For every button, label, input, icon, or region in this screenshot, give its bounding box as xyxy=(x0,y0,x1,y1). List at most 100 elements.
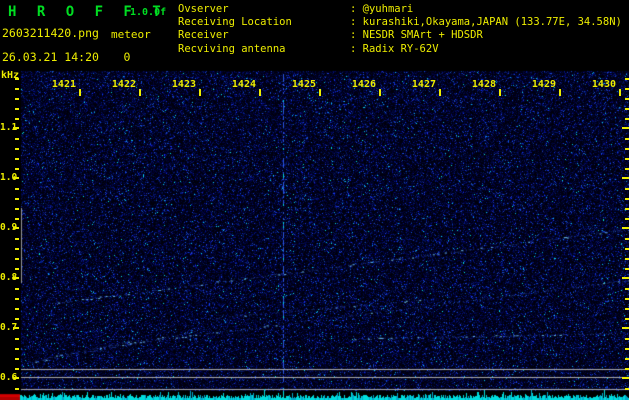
timestamp: 26.03.21 14:20 xyxy=(2,50,99,64)
time-tick-label: 1424 xyxy=(231,79,256,90)
freq-minor-tick xyxy=(15,98,19,100)
freq-minor-tick xyxy=(15,148,19,150)
freq-minor-tick-right xyxy=(625,88,629,90)
time-tick-label: 1421 xyxy=(51,79,76,90)
station-info-colon: : xyxy=(350,3,363,15)
time-tick-label: 1422 xyxy=(111,79,136,90)
freq-minor-tick-right xyxy=(625,208,629,210)
station-info-value: kurashiki,Okayama,JAPAN (133.77E, 34.58N… xyxy=(362,16,622,29)
station-info-row: Receiver: NESDR SMArt + HDSDR xyxy=(178,29,622,42)
station-info-label: Recviving antenna xyxy=(178,42,286,55)
freq-major-tick xyxy=(13,227,19,229)
station-info-row: Recviving antenna: Radix RY-62V xyxy=(178,43,622,56)
freq-minor-tick xyxy=(15,318,19,320)
time-tick xyxy=(139,89,141,96)
time-tick-label: 1429 xyxy=(531,79,556,90)
freq-minor-tick xyxy=(15,198,19,200)
freq-minor-tick xyxy=(15,368,19,370)
freq-minor-tick xyxy=(15,78,19,80)
meteor-mode-label: meteor xyxy=(111,28,151,41)
time-tick xyxy=(439,89,441,96)
freq-minor-tick xyxy=(15,338,19,340)
time-tick xyxy=(79,89,81,96)
freq-minor-tick-right xyxy=(625,168,629,170)
freq-major-tick-right xyxy=(622,227,629,229)
freq-minor-tick-right xyxy=(625,238,629,240)
freq-minor-tick-right xyxy=(625,198,629,200)
time-tick-label: 1428 xyxy=(471,79,496,90)
freq-minor-tick-right xyxy=(625,348,629,350)
freq-minor-tick xyxy=(15,358,19,360)
freq-minor-tick xyxy=(15,118,19,120)
freq-major-tick xyxy=(13,177,19,179)
meteor-count: 0 xyxy=(123,50,131,64)
time-tick-label: 1426 xyxy=(351,79,376,90)
freq-minor-tick xyxy=(15,158,19,160)
freq-minor-tick xyxy=(15,168,19,170)
hrofft-window: H R O F F T 1.0.0f 2603211420.png meteor… xyxy=(0,0,629,400)
freq-minor-tick-right xyxy=(625,338,629,340)
freq-minor-tick-right xyxy=(625,308,629,310)
time-tick xyxy=(499,89,501,96)
freq-minor-tick-right xyxy=(625,108,629,110)
freq-minor-tick-right xyxy=(625,368,629,370)
freq-minor-tick-right xyxy=(625,288,629,290)
freq-minor-tick xyxy=(15,308,19,310)
freq-major-tick-right xyxy=(622,327,629,329)
freq-major-tick xyxy=(13,327,19,329)
station-info-value: NESDR SMArt + HDSDR xyxy=(362,29,483,42)
station-info-value: @yuhmari xyxy=(362,3,414,15)
freq-minor-tick xyxy=(15,248,19,250)
freq-minor-tick xyxy=(15,388,19,390)
station-info-label: Ovserver xyxy=(178,3,229,15)
station-info-colon: : xyxy=(350,29,363,42)
time-tick xyxy=(619,89,621,96)
time-tick-label: 1425 xyxy=(291,79,316,90)
freq-minor-tick xyxy=(15,88,19,90)
freq-minor-tick-right xyxy=(625,298,629,300)
station-info-colon: : xyxy=(350,16,363,29)
freq-minor-tick xyxy=(15,238,19,240)
time-tick xyxy=(559,89,561,96)
time-tick-label: 1430 xyxy=(591,79,616,90)
freq-major-tick-right xyxy=(622,177,629,179)
freq-minor-tick xyxy=(15,188,19,190)
freq-major-tick xyxy=(13,277,19,279)
time-tick xyxy=(319,89,321,96)
freq-major-tick-right xyxy=(622,127,629,129)
freq-minor-tick-right xyxy=(625,358,629,360)
time-tick xyxy=(199,89,201,96)
freq-minor-tick-right xyxy=(625,78,629,80)
freq-minor-tick-right xyxy=(625,388,629,390)
time-tick xyxy=(379,89,381,96)
station-info-value: Radix RY-62V xyxy=(362,42,439,55)
freq-minor-tick xyxy=(15,268,19,270)
time-tick-label: 1423 xyxy=(171,79,196,90)
freq-major-tick-right xyxy=(622,277,629,279)
freq-minor-tick xyxy=(15,208,19,210)
station-info-row: Ovserver: @yuhmari xyxy=(178,3,622,16)
freq-minor-tick xyxy=(15,288,19,290)
freq-minor-tick xyxy=(15,138,19,140)
freq-minor-tick xyxy=(15,258,19,260)
freq-minor-tick-right xyxy=(625,118,629,120)
freq-major-tick-right xyxy=(622,377,629,379)
app-version: 1.0.0f xyxy=(130,7,167,18)
time-tick-label: 1427 xyxy=(411,79,436,90)
station-info-block: Ovserver: @yuhmari Receiving Location: ku… xyxy=(178,3,622,56)
freq-minor-tick-right xyxy=(625,138,629,140)
freq-major-tick xyxy=(13,127,19,129)
station-info-label: Receiver xyxy=(178,29,229,42)
freq-minor-tick xyxy=(15,218,19,220)
station-info-row: Receiving Location: kurashiki,Okayama,JA… xyxy=(178,16,622,29)
freq-minor-tick-right xyxy=(625,258,629,260)
freq-minor-tick-right xyxy=(625,218,629,220)
freq-minor-tick xyxy=(15,298,19,300)
freq-minor-tick-right xyxy=(625,268,629,270)
freq-minor-tick-right xyxy=(625,98,629,100)
freq-major-tick xyxy=(13,377,19,379)
freq-minor-tick-right xyxy=(625,248,629,250)
output-filename: 2603211420.png xyxy=(2,26,99,40)
freq-minor-tick-right xyxy=(625,188,629,190)
time-tick xyxy=(259,89,261,96)
